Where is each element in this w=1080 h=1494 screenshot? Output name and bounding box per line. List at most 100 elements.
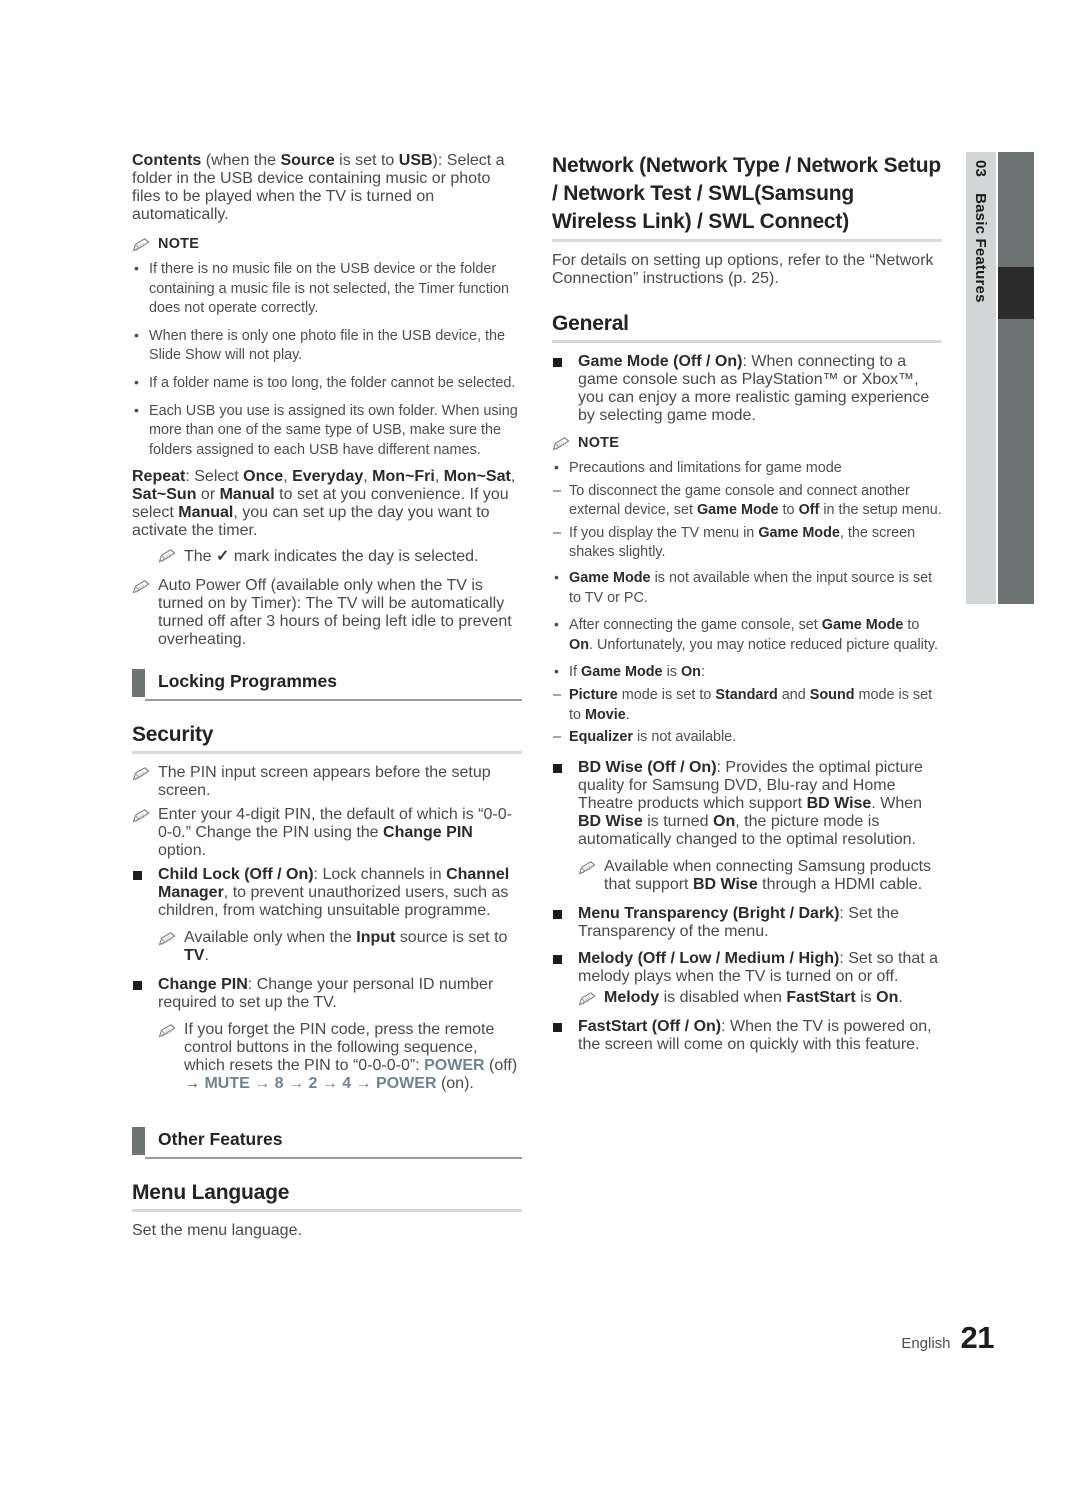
list-item: – Equalizer is not available. <box>552 728 942 748</box>
square-bullet-icon <box>133 871 142 881</box>
repeat-label: Repeat <box>132 468 186 486</box>
on-bold: On <box>713 812 736 830</box>
dot-bullet-icon: • <box>134 260 139 276</box>
note-bullet-text: If there is no music file on the USB dev… <box>149 261 509 317</box>
section-underline <box>145 1157 522 1160</box>
menu-language-text: Set the menu language. <box>132 1222 302 1240</box>
repeat-text-or: or <box>196 486 220 504</box>
list-item: • Each USB you use is assigned its own f… <box>132 402 522 461</box>
change-pin-bold: Change PIN <box>383 824 473 842</box>
bd-wise-bold-1: BD Wise <box>806 794 872 812</box>
square-bullet-icon <box>553 358 562 367</box>
key-power-1: POWER <box>424 1057 485 1075</box>
key-power-2: POWER <box>376 1075 437 1093</box>
key-mute: MUTE <box>204 1075 250 1093</box>
note-block-game-mode: NOTE <box>552 434 942 452</box>
repeat-option-everyday: Everyday <box>292 468 364 486</box>
pencil-note-icon <box>132 767 150 781</box>
repeat-option-manual: Manual <box>219 486 275 504</box>
game-mode-bold: Game Mode <box>758 524 840 541</box>
dash-text-3: in the setup menu. <box>819 502 942 519</box>
pencil-note-icon <box>132 809 150 823</box>
repeat-paragraph: Repeat: Select Once, Everyday, Mon~Fri, … <box>132 468 522 540</box>
game-mode-bold: Game Mode <box>569 569 651 586</box>
note-block-usb: NOTE <box>132 235 522 253</box>
melody-label: Melody (Off / Low / Medium / High) <box>578 949 840 967</box>
contents-text-2: is set to <box>334 152 399 169</box>
repeat-option-manual-2: Manual <box>178 504 234 522</box>
melody-note-text-2: is <box>855 988 877 1006</box>
change-pin-item: Change PIN: Change your personal ID numb… <box>132 976 522 1012</box>
dash-text-1: mode is set to <box>617 686 716 703</box>
dash-text-1: is not available. <box>632 729 737 746</box>
dash-text-4: . <box>625 706 630 723</box>
input-bold: Input <box>356 929 396 947</box>
melody-note: Melody is disabled when FastStart is On. <box>578 989 942 1007</box>
bd-wise-bold-2: BD Wise <box>578 812 643 830</box>
bd-wise-item: BD Wise (Off / On): Provides the optimal… <box>552 759 942 849</box>
section-title: Other Features <box>158 1129 283 1150</box>
square-bullet-icon <box>553 1022 562 1032</box>
list-item: – If you display the TV menu in Game Mod… <box>552 524 942 563</box>
repeat-note-text-2: mark indicates the day is selected. <box>229 548 479 566</box>
repeat-option-satsun: Sat~Sun <box>132 486 197 504</box>
menu-transparency-item: Menu Transparency (Bright / Dark): Set t… <box>552 905 942 941</box>
section-marker <box>132 669 145 698</box>
faststart-item: FastStart (Off / On): When the TV is pow… <box>552 1018 942 1054</box>
game-mode-bold: Game Mode <box>581 664 663 681</box>
melody-bold: Melody <box>604 988 660 1006</box>
check-mark-icon: ✓ <box>216 548 230 566</box>
repeat-option-monfri: Mon~Fri <box>372 468 435 486</box>
change-pin-note: If you forget the PIN code, press the re… <box>158 1021 522 1093</box>
note-bullet-text: Precautions and limitations for game mod… <box>569 460 842 476</box>
contents-label: Contents <box>132 152 202 169</box>
bd-wise-label: BD Wise (Off / On) <box>578 758 717 776</box>
contents-paragraph: Contents (when the Source is set to USB)… <box>132 152 522 224</box>
pencil-note-icon <box>552 437 570 451</box>
list-item: • If Game Mode is On: <box>552 663 942 683</box>
list-item: – Picture mode is set to Standard and So… <box>552 686 942 725</box>
game-mode-label: Game Mode (Off / On) <box>578 353 743 370</box>
page-title-general: General <box>552 312 629 335</box>
melody-item: Melody (Off / Low / Medium / High): Set … <box>552 950 942 986</box>
dot-bullet-icon: • <box>554 459 559 475</box>
page-number: 21 <box>960 1320 995 1355</box>
repeat-note: The ✓ mark indicates the day is selected… <box>158 546 522 566</box>
pencil-note-icon <box>158 1024 176 1038</box>
note-text-1: If <box>569 664 581 681</box>
note-text-1: After connecting the game console, set <box>569 617 822 634</box>
note-text-3: . Unfortunately, you may notice reduced … <box>588 636 939 653</box>
pencil-note-icon <box>158 932 176 946</box>
security-note-2: Enter your 4-digit PIN, the default of w… <box>132 806 522 860</box>
dot-bullet-icon: • <box>134 401 139 418</box>
list-item: • If a folder name is too long, the fold… <box>132 374 522 394</box>
list-item: • When there is only one photo file in t… <box>132 327 522 366</box>
on-bold: On <box>569 636 589 653</box>
dash-text-2: and <box>777 686 810 703</box>
bd-wise-note-text-2: through a HDMI cable. <box>757 875 923 893</box>
chapter-index-bar <box>998 152 1034 604</box>
off-bold: Off <box>798 502 820 519</box>
list-item: • Game Mode is not available when the in… <box>552 569 942 608</box>
child-lock-text-1: : Lock channels in <box>313 866 447 884</box>
page-title-security: Security <box>132 723 214 747</box>
chapter-side-tab: 03 Basic Features <box>966 152 996 604</box>
dash-bullet-icon: – <box>553 686 562 703</box>
note-text-2: to <box>903 617 920 634</box>
repeat-sep-4: , <box>510 468 516 486</box>
change-pin-note-text-3: (on). <box>436 1075 474 1093</box>
pencil-note-icon <box>578 860 596 875</box>
note-bullet-text: When there is only one photo file in the… <box>149 327 505 364</box>
chapter-label: Basic Features <box>972 193 990 303</box>
dash-bullet-icon: – <box>553 729 562 746</box>
repeat-note-text-1: The <box>184 548 217 566</box>
chapter-number: 03 <box>972 160 990 178</box>
child-lock-item: Child Lock (Off / On): Lock channels in … <box>132 866 522 920</box>
page-title-menu-language: Menu Language <box>132 1181 290 1205</box>
list-item: • If there is no music file on the USB d… <box>132 260 522 319</box>
section-underline <box>145 699 522 702</box>
dot-bullet-icon: • <box>554 663 559 680</box>
menu-transparency-label: Menu Transparency (Bright / Dark) <box>578 904 840 922</box>
contents-text-1: (when the <box>201 152 281 169</box>
square-bullet-icon <box>133 981 142 991</box>
